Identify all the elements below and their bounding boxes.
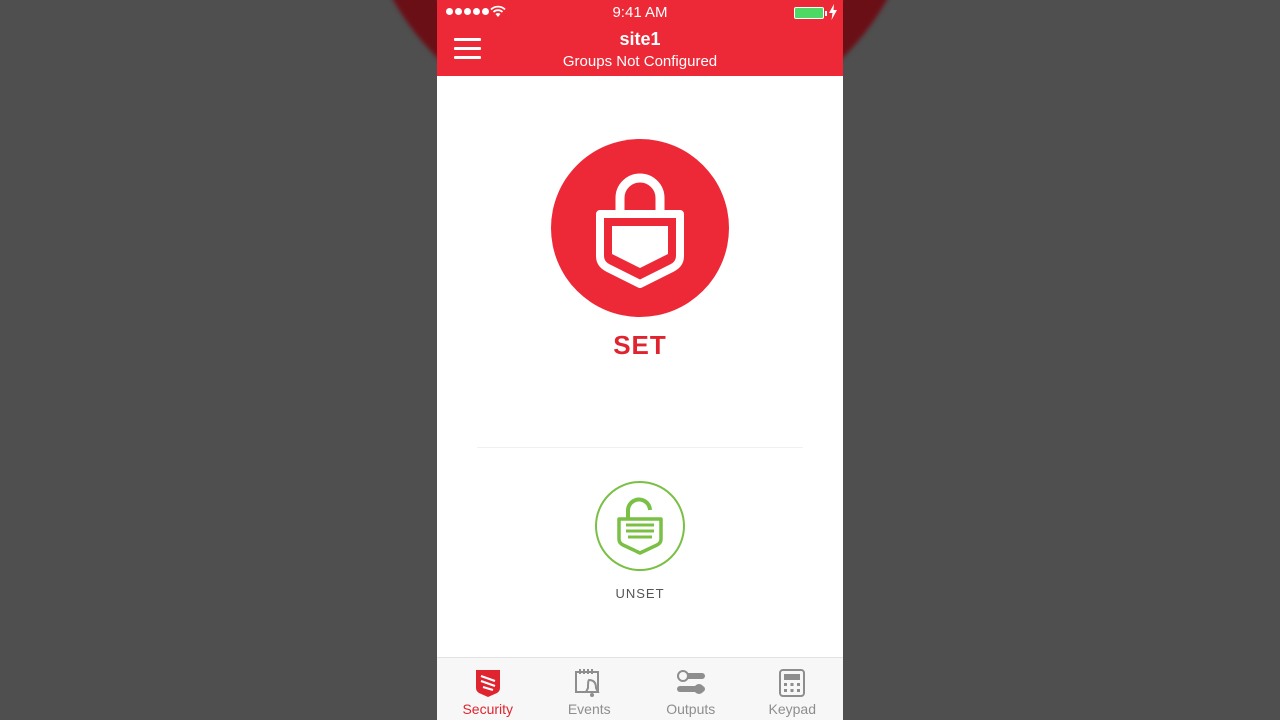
tab-label: Events: [567, 701, 611, 717]
status-bar: 9:41 AM: [437, 0, 843, 25]
unset-status-label: UNSET: [615, 586, 665, 601]
tab-security[interactable]: Security: [437, 658, 539, 720]
tab-label: Security: [462, 701, 514, 717]
tab-outputs[interactable]: Outputs: [640, 658, 742, 720]
shield-icon: [475, 670, 500, 697]
status-time: 9:41 AM: [612, 4, 668, 21]
site-subtitle: Groups Not Configured: [562, 53, 718, 70]
tab-label: Outputs: [666, 701, 716, 717]
set-status-label: SET: [613, 330, 667, 360]
section-divider: [477, 447, 803, 448]
toggles-icon: [676, 670, 705, 694]
tab-events[interactable]: Events: [539, 658, 641, 720]
calendar-bell-icon: [575, 669, 600, 697]
battery-icon: [794, 7, 827, 19]
lock-shield-icon: [596, 173, 684, 288]
navigation-bar: site1 Groups Not Configured: [437, 25, 843, 76]
site-title: site1: [619, 29, 661, 49]
unset-button[interactable]: [595, 481, 685, 571]
tab-bar: Security Events Outputs Keypad: [437, 657, 843, 720]
tab-keypad[interactable]: Keypad: [742, 658, 844, 720]
keypad-icon: [779, 669, 806, 697]
tab-label: Keypad: [768, 701, 816, 717]
open-lock-shield-icon: [617, 497, 663, 555]
set-button[interactable]: [551, 139, 729, 317]
phone-screen: 9:41 AM site1 Groups Not Configured SET …: [437, 0, 843, 720]
charging-icon: [829, 4, 837, 20]
